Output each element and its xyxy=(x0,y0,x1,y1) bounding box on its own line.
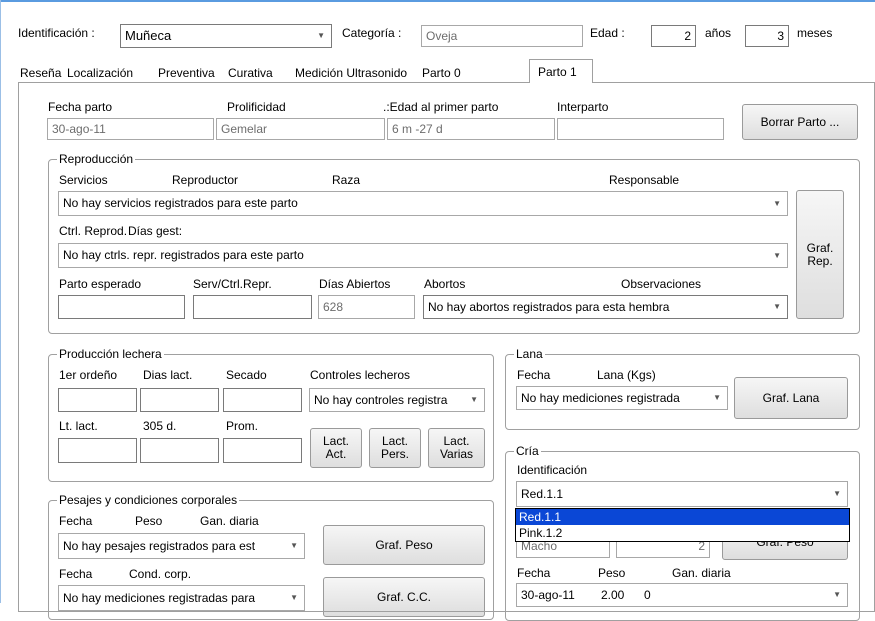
tab-preventiva[interactable]: Preventiva xyxy=(158,66,215,80)
categoria-field[interactable]: Oveja xyxy=(421,25,583,47)
tab-localizacion[interactable]: Localización xyxy=(67,66,133,80)
window-left-border xyxy=(0,0,1,603)
categoria-label: Categoría : xyxy=(342,26,402,40)
tab-parto-1[interactable]: Parto 1 xyxy=(529,59,593,83)
identificacion-select[interactable]: Muñeca ▼ xyxy=(120,24,332,48)
cria-identificacion-dropdown: Red.1.1 Pink.1.2 xyxy=(515,508,850,542)
dropdown-option-pink-1-2[interactable]: Pink.1.2 xyxy=(516,525,849,541)
tab-parto-1-label: Parto 1 xyxy=(538,65,577,79)
tab-curativa[interactable]: Curativa xyxy=(228,66,273,80)
anos-label: años xyxy=(705,26,732,40)
edad-years-field[interactable]: 2 xyxy=(651,25,696,47)
tab-parto-0[interactable]: Parto 0 xyxy=(422,66,461,80)
identificacion-value: Muñeca xyxy=(125,28,172,43)
tab-resena[interactable]: Reseña xyxy=(20,66,61,80)
identificacion-label: Identificación : xyxy=(18,26,95,40)
edad-months-field[interactable]: 3 xyxy=(745,25,789,47)
meses-label: meses xyxy=(797,26,833,40)
window-top-border xyxy=(0,0,875,2)
edad-label: Edad : xyxy=(590,26,625,40)
tab-medicion-ultrasonido[interactable]: Medición Ultrasonido xyxy=(295,66,407,80)
dropdown-option-red-1-1[interactable]: Red.1.1 xyxy=(516,509,849,525)
chevron-down-icon[interactable]: ▼ xyxy=(317,25,325,47)
